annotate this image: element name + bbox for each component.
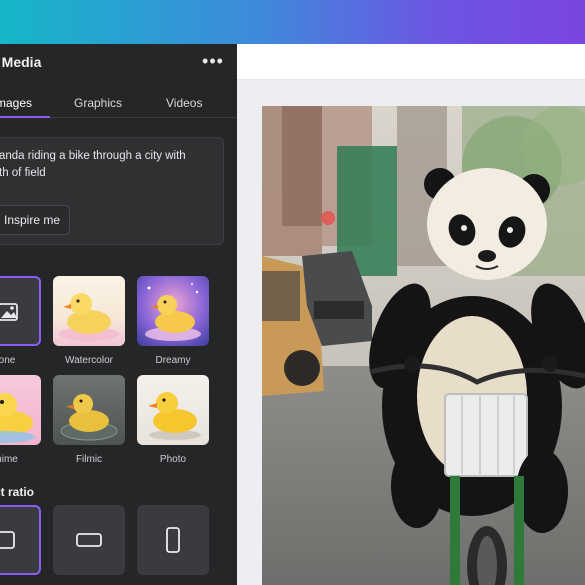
dreamy-duck-image [145, 283, 201, 341]
style-label-watercolor: Watercolor [65, 355, 113, 366]
more-options-button[interactable]: ••• [198, 50, 228, 72]
filmic-duck-image [60, 394, 118, 441]
canvas-toolbar [237, 44, 585, 80]
generated-image[interactable] [262, 106, 585, 585]
style-tile-filmic[interactable] [53, 375, 125, 445]
style-label-none: one [0, 355, 16, 366]
style-label-dreamy: Dreamy [155, 355, 191, 366]
style-label-photo: Photo [159, 454, 187, 465]
watercolor-duck-image [59, 293, 119, 341]
panel-title: c Media [0, 54, 42, 70]
tab-images[interactable]: mages [0, 96, 32, 110]
style-tile-anime[interactable] [0, 375, 41, 445]
aspect-portrait-option[interactable] [137, 505, 209, 575]
media-tabs: mages Graphics Videos [0, 88, 237, 118]
anime-duck-image [0, 393, 35, 443]
style-label-anime: nime [0, 454, 18, 465]
active-tab-indicator [0, 116, 50, 118]
prompt-text: anda riding a bike through a city with t… [0, 150, 186, 179]
portrait-ratio-icon [166, 527, 180, 553]
aspect-square-option[interactable] [0, 505, 41, 575]
photo-duck-image [148, 392, 201, 440]
landscape-ratio-icon [76, 533, 102, 547]
more-icon: ••• [202, 50, 224, 71]
top-gradient-bar [0, 0, 585, 44]
style-tile-photo[interactable] [137, 375, 209, 445]
tab-videos[interactable]: Videos [166, 96, 202, 110]
style-label-filmic: Filmic [75, 454, 103, 465]
magic-media-panel: c Media ••• mages Graphics Videos anda r… [0, 44, 237, 585]
aspect-ratio-label: ct ratio [0, 485, 35, 499]
tab-graphics[interactable]: Graphics [74, 96, 122, 110]
styles-label: s [0, 255, 1, 269]
inspire-me-button[interactable]: Inspire me [0, 205, 70, 235]
aspect-landscape-option[interactable] [53, 505, 125, 575]
style-tile-watercolor[interactable] [53, 276, 125, 346]
panda-on-bicycle-photo [262, 106, 585, 585]
style-tile-none[interactable] [0, 276, 41, 346]
image-icon [0, 303, 18, 321]
style-tile-dreamy[interactable] [137, 276, 209, 346]
square-ratio-icon [0, 531, 15, 549]
